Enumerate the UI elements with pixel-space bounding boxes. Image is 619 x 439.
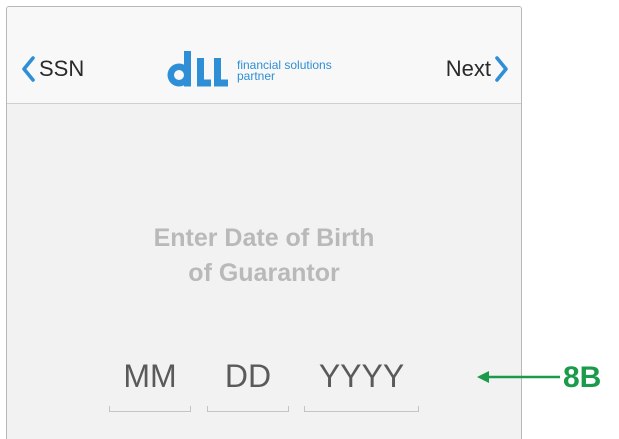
back-button[interactable]: SSN	[21, 54, 84, 84]
month-underline	[109, 406, 191, 412]
next-button-label: Next	[445, 56, 491, 81]
annotation-label: 8B	[563, 361, 602, 394]
prompt-line-1: Enter Date of Birth	[153, 224, 375, 252]
prompt-heading: Enter Date of Birth of Guarantor	[7, 221, 521, 291]
month-field[interactable]: MM	[109, 358, 191, 412]
chevron-right-icon	[495, 56, 509, 82]
chevron-left-icon	[21, 56, 35, 82]
logo-tagline-line2: partner	[237, 69, 276, 83]
phone-screen: SSN financial solutions partner Next Ent…	[6, 6, 522, 439]
back-button-label: SSN	[39, 56, 85, 81]
day-field[interactable]: DD	[207, 358, 289, 412]
year-underline	[304, 406, 419, 412]
year-field[interactable]: YYYY	[304, 358, 419, 412]
prompt-line-2: of Guarantor	[188, 259, 340, 287]
dll-logo-mark	[167, 51, 228, 87]
month-placeholder: MM	[123, 358, 177, 394]
day-underline	[207, 406, 289, 412]
logo-tagline: financial solutions partner	[237, 59, 332, 83]
next-button[interactable]: Next	[446, 54, 509, 84]
arrow-left-icon	[476, 368, 562, 391]
navigation-bar: SSN financial solutions partner Next	[7, 7, 521, 104]
dll-logo: financial solutions partner	[167, 49, 367, 89]
year-placeholder: YYYY	[318, 358, 405, 394]
day-placeholder: DD	[224, 358, 272, 394]
